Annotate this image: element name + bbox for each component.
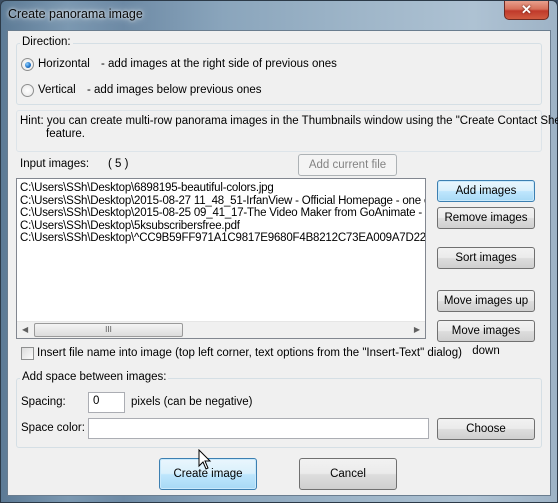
input-images-count: ( 5 ) [108,158,129,170]
spacing-input[interactable]: 0 [88,392,125,413]
move-images-up-button[interactable]: Move images up [437,290,535,312]
grip-icon: III [105,325,112,334]
list-item[interactable]: C:\Users\SSh\Desktop\5ksubscribersfree.p… [17,220,425,233]
hint-line-1: Hint: you can create multi-row panorama … [20,115,558,127]
close-icon: ✕ [521,2,532,17]
add-images-button[interactable]: Add images [437,180,535,202]
spacing-label: Spacing: [21,396,66,408]
radio-horizontal-label[interactable]: Horizontal [38,58,90,70]
cancel-button[interactable]: Cancel [299,458,397,490]
choose-color-button[interactable]: Choose [437,418,535,440]
sort-images-button[interactable]: Sort images [437,247,535,269]
radio-button-vertical[interactable] [21,84,34,97]
radio-horizontal-description: - add images at the right side of previo… [101,58,337,70]
move-images-down-button[interactable]: Move images down [437,320,535,357]
list-item[interactable]: C:\Users\SSh\Desktop\2015-08-27 11_48_51… [17,195,425,208]
scroll-thumb[interactable]: III [34,323,183,337]
input-images-list[interactable]: C:\Users\SSh\Desktop\6898195-beautiful-c… [16,178,426,339]
title-bar[interactable]: Create panorama image ✕ [1,1,557,29]
space-color-label: Space color: [21,422,85,434]
window-title: Create panorama image [8,7,143,21]
horizontal-scrollbar[interactable]: ◀ III ▶ [17,321,425,338]
list-item[interactable]: C:\Users\SSh\Desktop\^CC9B59FF971A1C9817… [17,232,425,245]
mouse-pointer-icon [198,449,212,470]
remove-images-button[interactable]: Remove images [437,207,535,229]
close-button[interactable]: ✕ [504,1,549,20]
list-item[interactable]: C:\Users\SSh\Desktop\6898195-beautiful-c… [17,182,425,195]
radio-vertical-description: - add images below previous ones [87,84,262,96]
insert-filename-label[interactable]: Insert file name into image (top left co… [37,347,462,359]
list-item[interactable]: C:\Users\SSh\Desktop\2015-08-25 09_41_17… [17,207,425,220]
input-images-label: Input images: [20,158,90,170]
scroll-left-icon[interactable]: ◀ [22,325,28,334]
radio-vertical-label[interactable]: Vertical [38,84,76,96]
spacing-hint: pixels (can be negative) [131,396,253,408]
dialog-window: Create panorama image ✕ Direction: Horiz… [0,0,558,503]
dialog-client: Direction: Horizontal - add images at th… [7,30,558,496]
scroll-right-icon[interactable]: ▶ [414,325,420,334]
direction-label: Direction: [20,36,73,48]
space-color-input[interactable] [88,418,429,439]
radio-button-horizontal[interactable] [21,58,34,71]
spacing-group-label: Add space between images: [20,371,169,383]
add-current-file-button[interactable]: Add current file [298,154,397,176]
insert-filename-checkbox[interactable] [21,347,34,360]
hint-line-2: feature. [46,128,85,140]
